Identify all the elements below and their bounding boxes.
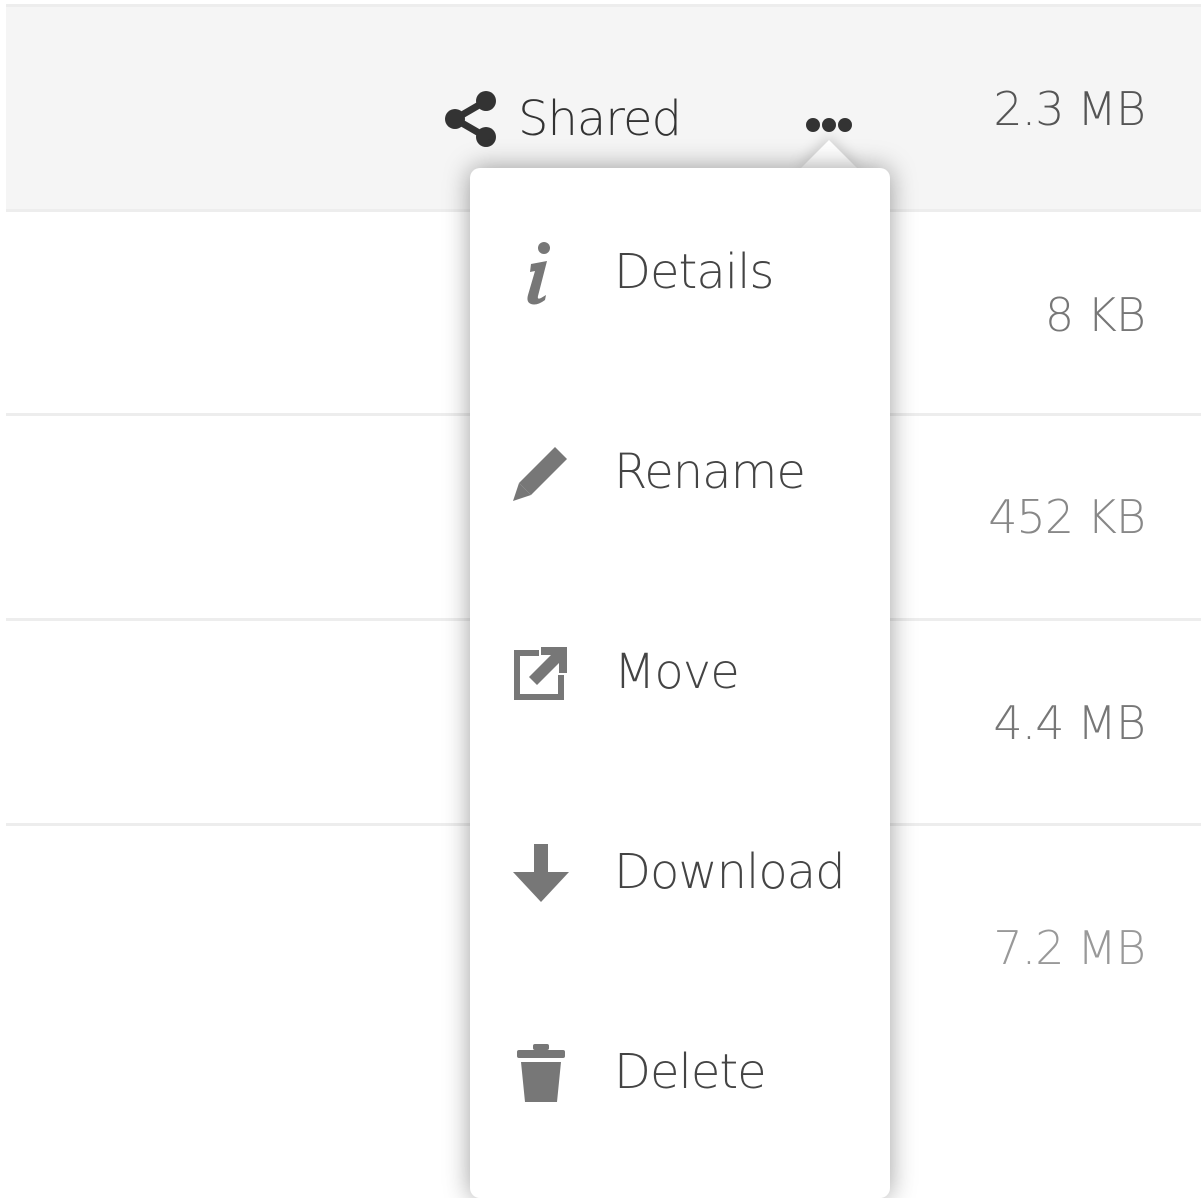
file-size: 7.2 MB (993, 921, 1146, 975)
share-button[interactable]: Shared (442, 91, 682, 147)
menu-item-move[interactable]: Move (470, 628, 890, 718)
share-icon (445, 91, 496, 147)
download-icon (510, 840, 572, 906)
share-label: Shared (518, 91, 682, 147)
menu-item-label: Delete (614, 1044, 767, 1100)
menu-item-label: Rename (614, 444, 806, 500)
pencil-icon (510, 440, 572, 506)
menu-item-rename[interactable]: Rename (470, 428, 890, 518)
move-icon (510, 640, 572, 706)
menu-item-label: Details (614, 244, 774, 300)
more-actions-button[interactable] (794, 107, 864, 143)
menu-item-details[interactable]: Details (470, 228, 890, 318)
info-icon (510, 240, 572, 306)
file-size: 4.4 MB (993, 696, 1146, 750)
file-actions-menu: Details Rename Move Download Delete (470, 168, 890, 1198)
ellipsis-icon (806, 118, 852, 132)
file-size: 2.3 MB (993, 82, 1146, 136)
menu-item-label: Download (614, 844, 846, 900)
menu-item-delete[interactable]: Delete (470, 1028, 890, 1118)
trash-icon (510, 1040, 572, 1106)
menu-item-label: Move (614, 644, 740, 700)
menu-item-download[interactable]: Download (470, 828, 890, 918)
file-size: 452 KB (988, 490, 1146, 544)
file-size: 8 KB (1044, 288, 1146, 342)
